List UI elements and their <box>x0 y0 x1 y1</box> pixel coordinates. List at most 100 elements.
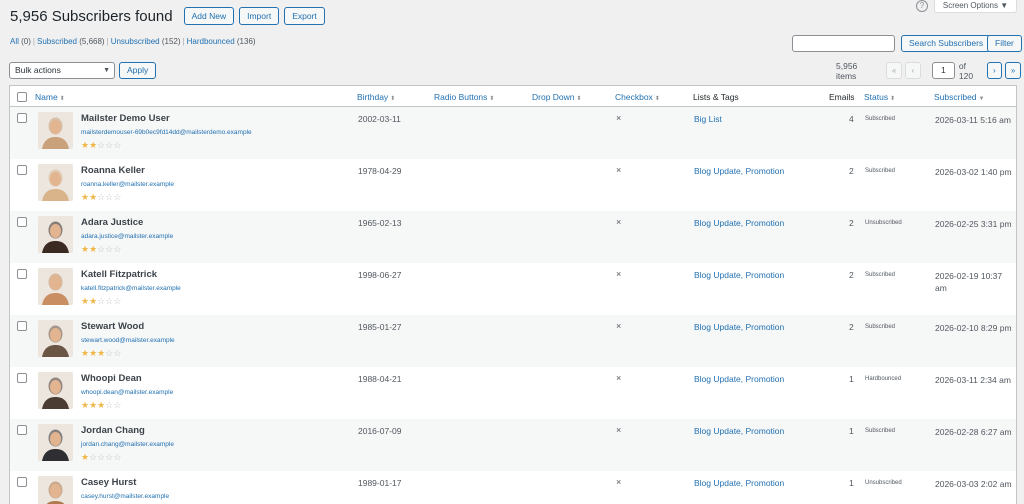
status-label: Subscribed <box>865 324 896 330</box>
avatar[interactable] <box>38 476 73 504</box>
subscriber-email[interactable]: casey.hurst@mailster.example <box>81 493 169 500</box>
lists-tags[interactable]: Blog Update, Promotion <box>694 218 784 228</box>
avatar-icon <box>38 268 73 305</box>
star-filled-icon: ★ <box>81 140 90 150</box>
subscriber-email[interactable]: whoopi.dean@mailster.example <box>81 389 173 396</box>
table-row[interactable]: Stewart Wood stewart.wood@mailster.exampl… <box>10 315 1016 367</box>
column-subscribed[interactable]: Subscribed ▼ <box>934 92 984 102</box>
select-all-checkbox[interactable] <box>17 92 27 102</box>
column-status[interactable]: Status ⬍ <box>864 92 895 102</box>
avatar[interactable] <box>38 424 73 461</box>
chevron-down-icon: ▼ <box>103 67 110 74</box>
subscriber-email[interactable]: katell.fitzpatrick@mailster.example <box>81 285 181 292</box>
add-new-button[interactable]: Add New <box>183 7 235 25</box>
rating-stars: ★★☆☆☆ <box>81 244 121 255</box>
sort-icon: ⬍ <box>390 96 396 102</box>
view-link-unsubscribed[interactable]: Unsubscribed <box>111 37 160 46</box>
checkbox-value: × <box>616 425 622 435</box>
table-row[interactable]: Whoopi Dean whoopi.dean@mailster.example ★… <box>10 367 1016 419</box>
subscriber-email[interactable]: adara.justice@mailster.example <box>81 233 173 240</box>
bulk-actions-select[interactable]: Bulk actions ▼ <box>9 62 115 79</box>
avatar-icon <box>38 476 73 504</box>
birthday: 1988-04-21 <box>358 374 402 384</box>
lists-tags[interactable]: Blog Update, Promotion <box>694 374 784 384</box>
subscriber-name[interactable]: Roanna Keller <box>81 165 145 176</box>
subscriber-name[interactable]: Casey Hurst <box>81 477 136 488</box>
lists-tags[interactable]: Big List <box>694 114 722 124</box>
avatar-icon <box>38 216 73 253</box>
row-checkbox[interactable] <box>17 477 27 487</box>
star-empty-icon: ☆ <box>89 452 98 462</box>
row-checkbox[interactable] <box>17 373 27 383</box>
table-row[interactable]: Katell Fitzpatrick katell.fitzpatrick@mai… <box>10 263 1016 315</box>
row-checkbox[interactable] <box>17 321 27 331</box>
help-icon[interactable]: ? <box>916 0 928 12</box>
star-filled-icon: ★ <box>89 244 98 254</box>
last-page-button[interactable]: » <box>1005 62 1022 79</box>
rating-stars: ★★★☆☆ <box>81 400 121 411</box>
view-link-subscribed[interactable]: Subscribed <box>37 37 77 46</box>
search-input[interactable] <box>792 35 895 52</box>
row-checkbox[interactable] <box>17 165 27 175</box>
table-row[interactable]: Roanna Keller roanna.keller@mailster.exam… <box>10 159 1016 211</box>
subscribed-date: 2026-03-02 1:40 pm <box>935 167 1012 177</box>
avatar[interactable] <box>38 164 73 201</box>
view-link-hardbounced[interactable]: Hardbounced <box>187 37 235 46</box>
subscriber-email[interactable]: stewart.wood@mailster.example <box>81 337 175 344</box>
subscribed-date: 2026-03-11 2:34 am <box>935 375 1011 385</box>
lists-tags[interactable]: Blog Update, Promotion <box>694 166 784 176</box>
table-row[interactable]: Casey Hurstcasey.hurst@mailster.example☆… <box>10 471 1016 504</box>
prev-page-button[interactable]: ‹ <box>905 62 921 79</box>
filter-button[interactable]: Filter <box>987 35 1022 52</box>
import-button[interactable]: Import <box>239 7 280 25</box>
lists-tags[interactable]: Blog Update, Promotion <box>694 478 784 488</box>
current-page-input[interactable]: 1 <box>931 62 955 79</box>
first-page-button[interactable]: « <box>886 62 903 79</box>
lists-tags[interactable]: Blog Update, Promotion <box>694 322 784 332</box>
export-button[interactable]: Export <box>284 7 325 25</box>
avatar[interactable] <box>38 112 73 149</box>
column-birthday[interactable]: Birthday ⬍ <box>357 92 395 102</box>
subscriber-name[interactable]: Adara Justice <box>81 217 143 228</box>
row-checkbox[interactable] <box>17 113 27 123</box>
status-label: Unsubscribed <box>865 220 902 226</box>
lists-tags[interactable]: Blog Update, Promotion <box>694 426 784 436</box>
subscriber-name[interactable]: Whoopi Dean <box>81 373 142 384</box>
subscriber-name[interactable]: Mailster Demo User <box>81 113 170 124</box>
subscriber-name[interactable]: Stewart Wood <box>81 321 144 332</box>
emails-count: 1 <box>849 374 854 384</box>
subscriber-email[interactable]: jordan.chang@mailster.example <box>81 441 174 448</box>
column-checkbox[interactable]: Checkbox ⬍ <box>615 92 660 102</box>
view-link-all[interactable]: All <box>10 37 19 46</box>
view-count: (152) <box>161 37 181 46</box>
subscriber-email[interactable]: roanna.keller@mailster.example <box>81 181 174 188</box>
table-row[interactable]: Jordan Chang jordan.chang@mailster.exampl… <box>10 419 1016 471</box>
screen-options-button[interactable]: Screen Options ▼ <box>934 0 1017 13</box>
avatar[interactable] <box>38 320 73 357</box>
avatar[interactable] <box>38 268 73 305</box>
next-page-button[interactable]: › <box>986 62 1003 79</box>
table-row[interactable]: Mailster Demo User mailsterdemouser-69b0e… <box>10 107 1016 159</box>
avatar[interactable] <box>38 216 73 253</box>
row-checkbox[interactable] <box>17 425 27 435</box>
rating-stars: ★★★☆☆ <box>81 348 121 359</box>
checkbox-value: × <box>616 373 622 383</box>
column-drop-down[interactable]: Drop Down ⬍ <box>532 92 582 102</box>
birthday: 1985-01-27 <box>358 322 402 332</box>
row-checkbox[interactable] <box>17 217 27 227</box>
subscriber-name[interactable]: Jordan Chang <box>81 425 145 436</box>
apply-button[interactable]: Apply <box>119 62 157 79</box>
star-filled-icon: ★ <box>89 296 98 306</box>
birthday: 1965-02-13 <box>358 218 402 228</box>
star-filled-icon: ★ <box>89 348 98 358</box>
column-radio-buttons[interactable]: Radio Buttons ⬍ <box>434 92 494 102</box>
avatar[interactable] <box>38 372 73 409</box>
row-checkbox[interactable] <box>17 269 27 279</box>
subscriber-name[interactable]: Katell Fitzpatrick <box>81 269 157 280</box>
subscribed-date: 2026-02-25 3:31 pm <box>935 219 1012 229</box>
subscriber-email[interactable]: mailsterdemouser-69b0ec9fd14dd@mailsterd… <box>81 129 252 136</box>
lists-tags[interactable]: Blog Update, Promotion <box>694 270 784 280</box>
table-row[interactable]: Adara Justice adara.justice@mailster.exam… <box>10 211 1016 263</box>
search-subscribers-button[interactable]: Search Subscribers <box>901 35 992 52</box>
column-name[interactable]: Name ⬍ <box>35 92 65 102</box>
